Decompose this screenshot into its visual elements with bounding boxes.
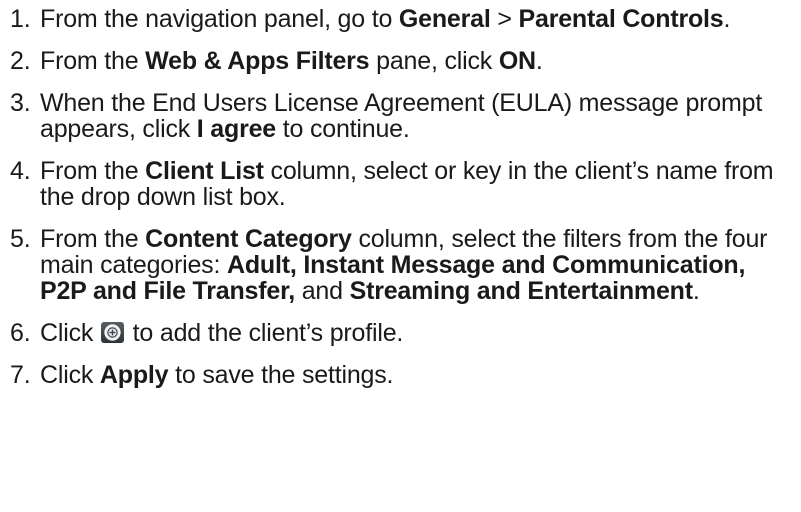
step-number: 2. [10, 47, 31, 75]
step-number: 1. [10, 5, 31, 33]
step-1: 1. From the navigation panel, go to Gener… [10, 5, 731, 33]
category-streaming: Streaming and Entertainment [349, 277, 693, 305]
column-content-category: Content Category [145, 225, 352, 253]
pane-web-apps-filters: Web & Apps Filters [145, 47, 370, 75]
step-number: 4. [10, 157, 31, 185]
step-5: 5. From the Content Category column, sele… [10, 225, 768, 305]
instructions-document: 1. From the navigation panel, go to Gener… [0, 0, 801, 512]
button-apply: Apply [99, 361, 169, 389]
step-3: 3. When the End Users License Agreement (… [10, 89, 763, 143]
step-6: 6. Click to add the client’s profile. [10, 319, 404, 347]
step-number: 3. [10, 89, 31, 117]
column-client-list: Client List [145, 157, 264, 185]
steps-list: 1. From the navigation panel, go to Gener… [4, 6, 794, 404]
menu-parental-controls: Parental Controls [518, 5, 724, 33]
button-i-agree: I agree [196, 115, 276, 143]
step-7: 7. Click Apply to save the settings. [10, 361, 394, 389]
step-number: 7. [10, 361, 31, 389]
step-4: 4. From the Client List column, select or… [10, 157, 774, 211]
step-2: 2. From the Web & Apps Filters pane, clic… [10, 47, 543, 75]
add-circle-icon [100, 322, 124, 343]
menu-general: General [398, 5, 491, 33]
step-number: 5. [10, 225, 31, 253]
step-number: 6. [10, 319, 31, 347]
option-on: ON [498, 47, 536, 75]
